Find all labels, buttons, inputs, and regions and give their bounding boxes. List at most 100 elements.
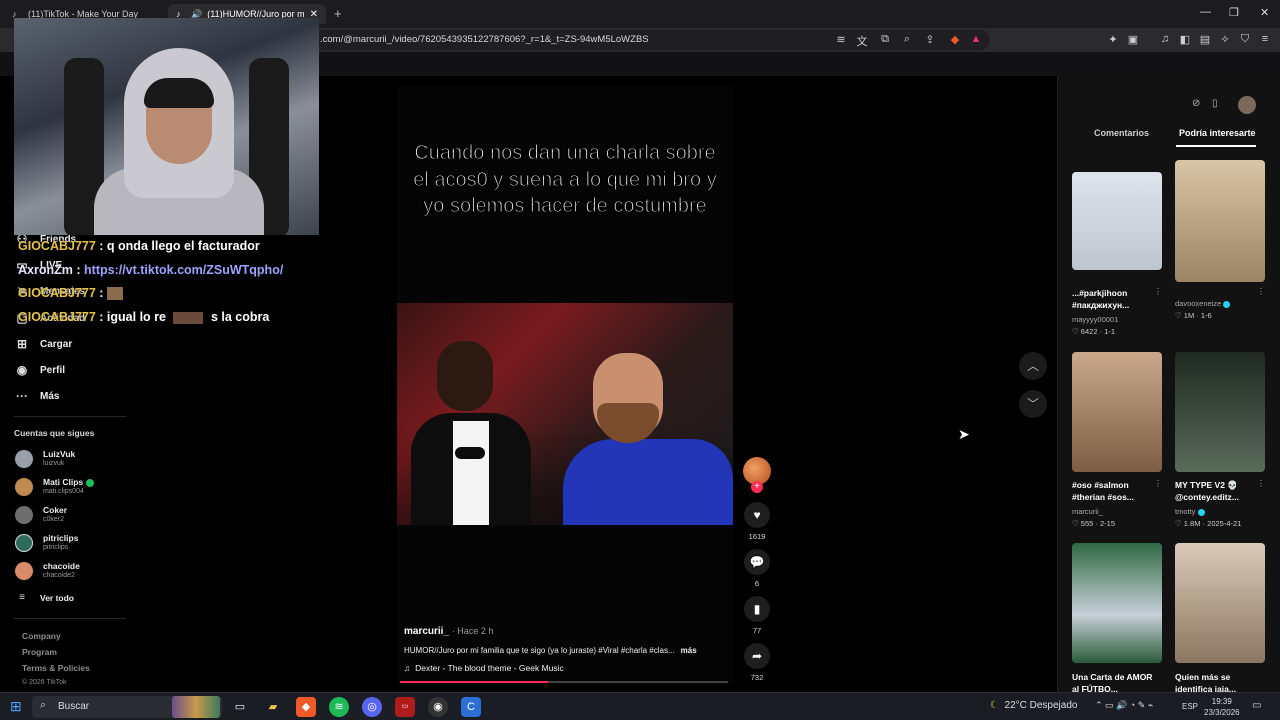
avatar bbox=[15, 449, 33, 468]
more-button[interactable]: más bbox=[681, 646, 697, 655]
app-c-icon[interactable]: C bbox=[461, 697, 481, 717]
music-icon[interactable]: ♫ bbox=[1158, 33, 1172, 45]
music-title: Dexter - The blood theme - Geek Music bbox=[415, 663, 564, 673]
task-view-icon[interactable]: ▭ bbox=[230, 697, 250, 717]
share-icon[interactable]: ⇪ bbox=[923, 33, 937, 46]
more-options-icon[interactable]: ⋮ bbox=[1154, 479, 1162, 488]
open-external-icon[interactable]: ⧉ bbox=[878, 33, 892, 46]
recommended-title[interactable]: ...#parkjihoon #пакджихун... bbox=[1072, 287, 1158, 311]
recommended-thumbnail[interactable] bbox=[1072, 352, 1162, 472]
menu-icon[interactable]: ≡ bbox=[1258, 33, 1272, 45]
clock-date: 23/3/2026 bbox=[1204, 708, 1240, 717]
zoom-icon[interactable]: ⌕ bbox=[900, 33, 914, 46]
next-video-button[interactable]: ﹀ bbox=[1019, 390, 1047, 418]
person-shirt bbox=[453, 421, 489, 525]
clock[interactable]: 19:39 23/3/2026 bbox=[1204, 696, 1240, 718]
chat-text: : bbox=[76, 263, 81, 277]
save-action[interactable]: ▮ 77 bbox=[743, 596, 771, 635]
like-action[interactable]: ♥ 1619 bbox=[743, 502, 771, 541]
new-tab-button[interactable]: + bbox=[334, 6, 342, 21]
sidebar-item-upload[interactable]: ⊞ Cargar bbox=[14, 337, 72, 351]
music-note-icon: ♫ bbox=[404, 663, 411, 673]
following-item[interactable]: chacoide chacoide2 bbox=[15, 561, 80, 580]
ai-icon[interactable]: ✧ bbox=[1218, 33, 1232, 46]
user-avatar[interactable] bbox=[1238, 96, 1256, 114]
brave-browser-icon[interactable]: ◆ bbox=[296, 697, 316, 717]
vpn-icon[interactable]: ⛉ bbox=[1238, 33, 1252, 46]
more-options-icon[interactable]: ⋮ bbox=[1257, 287, 1265, 296]
spotify-icon[interactable]: ≋ bbox=[329, 697, 349, 717]
footer-program[interactable]: Program bbox=[22, 647, 57, 657]
footer-company[interactable]: Company bbox=[22, 631, 61, 641]
recommended-title[interactable]: #oso #salmon #therian #sos... bbox=[1072, 479, 1158, 503]
share-arrow-icon[interactable]: ➦ bbox=[744, 643, 770, 669]
webcam-overlay bbox=[14, 18, 319, 235]
screenshot-icon[interactable]: ▣ bbox=[1126, 33, 1140, 46]
chat-text: : bbox=[99, 286, 104, 300]
author-name[interactable]: marcurii_ bbox=[404, 626, 449, 637]
video-progress-bar[interactable] bbox=[400, 681, 728, 683]
heart-icon[interactable]: ♥ bbox=[744, 502, 770, 528]
verified-badge-icon bbox=[1223, 300, 1231, 308]
device-icon[interactable]: ▯ bbox=[1212, 98, 1218, 109]
video-music[interactable]: ♫ Dexter - The blood theme - Geek Music bbox=[404, 663, 564, 673]
upload-icon: ⊞ bbox=[16, 337, 28, 351]
system-tray[interactable]: ⌃ ▭ 🔊 ◔ ✎ ⌁ bbox=[1095, 700, 1153, 711]
follow-plus-icon[interactable]: + bbox=[751, 481, 763, 493]
discord-icon[interactable]: ◎ bbox=[362, 697, 382, 717]
share-action[interactable]: ➦ 732 bbox=[743, 643, 771, 682]
autoscroll-icon[interactable]: ⊘ bbox=[1192, 98, 1200, 109]
extensions-icon[interactable]: ✦ bbox=[1106, 33, 1120, 46]
windows-start-icon[interactable]: ⊞ bbox=[10, 698, 22, 715]
following-item[interactable]: LuizVuk luizvuk bbox=[15, 449, 75, 468]
recommended-user-row[interactable]: davooxeneize bbox=[1175, 299, 1231, 308]
language-indicator[interactable]: ESP bbox=[1182, 702, 1198, 711]
tab-recommended[interactable]: Podría interesarte bbox=[1179, 128, 1256, 138]
recommended-thumbnail[interactable] bbox=[1175, 352, 1265, 472]
translate-icon[interactable]: 文 bbox=[855, 33, 869, 49]
more-options-icon[interactable]: ⋮ bbox=[1154, 287, 1162, 296]
app-icon[interactable]: ▭ bbox=[395, 697, 415, 717]
sidebar-icon[interactable]: ◧ bbox=[1178, 33, 1192, 46]
comment-action[interactable]: 💬 6 bbox=[743, 549, 771, 588]
reader-icon[interactable]: ≋ bbox=[834, 33, 848, 46]
close-window-button[interactable]: ✕ bbox=[1260, 6, 1269, 19]
wallet-icon[interactable]: ▤ bbox=[1198, 33, 1212, 46]
chat-link[interactable]: https://vt.tiktok.com/ZSuWTqpho/ bbox=[84, 263, 283, 277]
recommended-user-row[interactable]: tmotty bbox=[1175, 507, 1205, 516]
see-all-link[interactable]: ≡ Ver todo bbox=[14, 592, 74, 603]
sidebar-item-profile[interactable]: ◉ Perfil bbox=[14, 363, 65, 377]
recommended-user[interactable]: davooxeneize bbox=[1175, 299, 1221, 308]
recommended-title[interactable]: MY TYPE V2 💀 @contey.editz... bbox=[1175, 479, 1261, 503]
recommended-user[interactable]: tmotty bbox=[1175, 507, 1195, 516]
obs-icon[interactable]: ◉ bbox=[428, 697, 448, 717]
comment-icon[interactable]: 💬 bbox=[744, 549, 770, 575]
video-author[interactable]: marcurii_ · Hace 2 h bbox=[404, 626, 493, 637]
following-item[interactable]: pitriclips pitriclips bbox=[15, 533, 78, 552]
recommended-thumbnail[interactable] bbox=[1175, 543, 1265, 663]
comment-count: 6 bbox=[754, 579, 760, 588]
sidebar-divider bbox=[14, 416, 126, 417]
more-options-icon[interactable]: ⋮ bbox=[1257, 479, 1265, 488]
recommended-thumbnail[interactable] bbox=[1175, 160, 1265, 282]
sidebar-item-more[interactable]: ··· Más bbox=[14, 389, 59, 403]
following-item[interactable]: Coker c0ker2 bbox=[15, 505, 67, 524]
brave-shield-icon[interactable]: ◆ bbox=[948, 33, 962, 46]
weather-widget[interactable]: ☾ 22°C Despejado bbox=[990, 700, 1077, 711]
notifications-icon[interactable]: ▭ bbox=[1252, 700, 1261, 711]
tab-comments[interactable]: Comentarios bbox=[1094, 128, 1149, 138]
maximize-button[interactable]: ❐ bbox=[1229, 6, 1239, 19]
recommended-thumbnail[interactable] bbox=[1072, 172, 1162, 270]
following-item[interactable]: Mati Clips mati.clips004 bbox=[15, 477, 94, 496]
brave-rewards-icon[interactable]: ▲ bbox=[969, 33, 983, 45]
previous-video-button[interactable]: ︿ bbox=[1019, 352, 1047, 380]
recommended-stats: ♡ 555 · 2-15 bbox=[1072, 519, 1115, 528]
recommended-user[interactable]: mayyyy00001 bbox=[1072, 315, 1118, 324]
search-highlight-image[interactable] bbox=[172, 696, 220, 718]
minimize-button[interactable]: — bbox=[1200, 6, 1211, 18]
footer-terms[interactable]: Terms & Policies bbox=[22, 663, 90, 673]
bookmark-icon[interactable]: ▮ bbox=[744, 596, 770, 622]
recommended-user[interactable]: marcurii_ bbox=[1072, 507, 1103, 516]
file-explorer-icon[interactable]: ▰ bbox=[263, 697, 283, 717]
recommended-thumbnail[interactable] bbox=[1072, 543, 1162, 663]
